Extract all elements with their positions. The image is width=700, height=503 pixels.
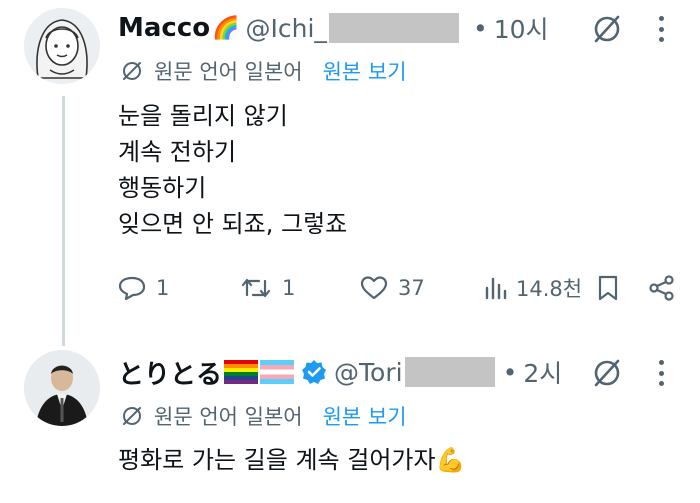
tweet-line: 행동하기 — [118, 174, 207, 202]
translate-icon — [120, 404, 144, 428]
repost-icon — [240, 275, 272, 301]
like-icon — [360, 275, 388, 301]
tweet-text: 눈을 돌리지 않기 계속 전하기 행동하기 잊으면 안 되죠, 그렇죠 — [118, 98, 347, 242]
grok-icon[interactable] — [590, 12, 624, 46]
bookmark-button[interactable] — [596, 268, 620, 308]
tweet-time[interactable]: 10시 — [494, 10, 549, 46]
tweet-time[interactable]: 2시 — [523, 354, 562, 390]
view-count: 14.8천 — [516, 277, 583, 301]
like-button[interactable]: 37 — [360, 268, 425, 308]
more-icon[interactable] — [656, 356, 666, 390]
tweet-header: とりとる @Tori • 2시 — [118, 352, 562, 392]
verified-icon — [300, 358, 328, 386]
tweet-line: 평화로 가는 길을 계속 걸어가자💪 — [118, 446, 466, 474]
share-icon — [648, 274, 676, 302]
more-icon[interactable] — [656, 12, 666, 46]
views-button[interactable]: 14.8천 — [484, 268, 582, 308]
translation-row: 원문 언어 일본어 원본 보기 — [120, 56, 407, 86]
like-count: 37 — [398, 276, 425, 300]
bookmark-icon — [596, 274, 620, 302]
thread-line — [62, 96, 65, 346]
views-icon — [484, 275, 508, 301]
tweet-text: 평화로 가는 길을 계속 걸어가자💪 — [118, 442, 465, 478]
translation-note: 원문 언어 일본어 — [154, 405, 303, 429]
tweet-line: 잊으면 안 되죠, 그렇죠 — [118, 210, 348, 238]
redacted-handle-block — [328, 13, 459, 43]
translation-row: 원문 언어 일본어 원본 보기 — [120, 401, 407, 431]
avatar-toritoru[interactable] — [24, 350, 100, 426]
display-name[interactable]: Macco — [118, 13, 210, 43]
tweet-line: 눈을 돌리지 않기 — [118, 102, 288, 130]
tweet-line: 계속 전하기 — [118, 138, 237, 166]
show-original-link[interactable]: 원본 보기 — [323, 56, 407, 86]
tweet-header: Macco 🌈 @Ichi_ • 10시 — [118, 8, 549, 48]
share-button[interactable] — [648, 268, 676, 308]
translation-note: 원문 언어 일본어 — [154, 60, 303, 84]
user-handle[interactable]: @Tori — [334, 358, 403, 387]
redacted-handle-block — [404, 357, 495, 387]
separator-dot: • — [502, 357, 518, 387]
grok-icon[interactable] — [590, 356, 624, 390]
reply-count: 1 — [156, 276, 170, 300]
display-name[interactable]: とりとる — [118, 354, 222, 391]
repost-count: 1 — [282, 276, 296, 300]
separator-dot: • — [472, 13, 488, 43]
rainbow-flag-icon — [224, 360, 259, 384]
avatar-macco[interactable] — [24, 8, 100, 84]
repost-button[interactable]: 1 — [240, 268, 295, 308]
rainbow-emoji: 🌈 — [212, 15, 240, 41]
reply-button[interactable]: 1 — [118, 268, 169, 308]
show-original-link[interactable]: 원본 보기 — [323, 401, 407, 431]
action-bar: 1 1 37 14.8천 — [118, 268, 688, 308]
translate-icon — [120, 59, 144, 83]
user-handle[interactable]: @Ichi_ — [246, 14, 327, 43]
reply-icon — [118, 275, 146, 301]
trans-flag-icon — [260, 360, 295, 384]
